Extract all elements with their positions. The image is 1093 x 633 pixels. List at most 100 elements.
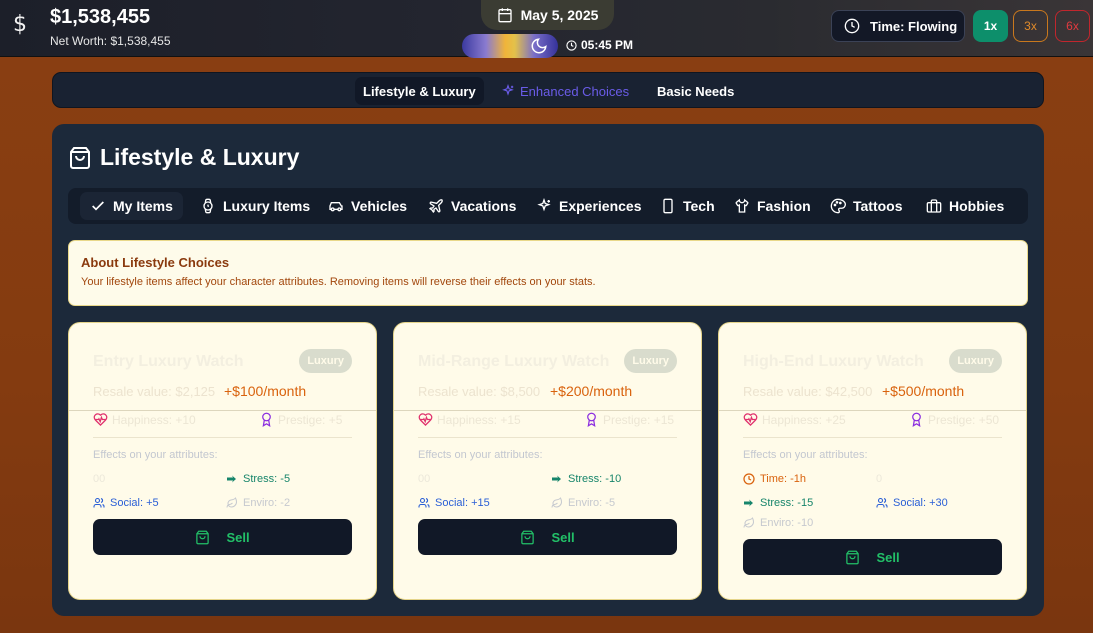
users-icon [876,497,888,508]
wind-icon [227,475,236,483]
tab-label: Vehicles [351,198,408,214]
tab-experiences[interactable]: Experiences [526,192,652,220]
shopping-bag-icon [196,530,210,544]
tab-tattoos[interactable]: Tattoos [820,192,913,220]
prestige-stat: Prestige: +50 [909,412,999,427]
tab-tech[interactable]: Tech [650,192,725,220]
speed-3x-button[interactable]: 3x [1013,10,1048,42]
nav-basic-needs[interactable]: Basic Needs [649,77,742,105]
tab-label: Tattoos [853,198,903,214]
clock-icon [743,473,755,485]
effect-time: Time: -1h [743,473,806,485]
date-text: May 5, 2025 [520,7,599,23]
nav-enhanced-choices[interactable]: Enhanced Choices [493,77,637,105]
tab-hobbies[interactable]: Hobbies [916,192,1014,220]
leaf-icon [743,517,755,528]
effect-text: Social: +30 [893,497,948,509]
leaf-icon [551,497,563,508]
sell-label: Sell [551,529,575,545]
shopping-bag-icon [70,146,90,169]
effect-stress: Stress: -15 [743,497,813,509]
shirt-icon [735,198,749,213]
shopping-bag-icon [846,550,860,564]
prestige-stat: Prestige: +5 [259,412,342,427]
sell-button[interactable]: Sell [743,539,1002,575]
divider [719,410,1026,411]
item-card: Entry Luxury Watch Luxury Resale value: … [68,322,377,600]
tab-my-items[interactable]: My Items [80,192,183,220]
tab-label: Luxury Items [223,198,311,214]
award-icon [912,412,921,427]
palette-icon [830,198,846,214]
users-icon [418,497,430,508]
divider [69,410,376,411]
time-text: 05:45 PM [581,38,634,52]
tab-vacations[interactable]: Vacations [418,192,526,220]
sell-button[interactable]: Sell [93,519,352,555]
effect-text: Social: +5 [110,497,159,509]
prestige-stat: Prestige: +15 [584,412,674,427]
effects-heading: Effects on your attributes: [93,449,218,461]
clock-icon [566,39,577,51]
monthly-income: +$100/month [224,383,307,399]
happiness-stat: Happiness: +25 [743,412,846,427]
effect-text: Enviro: -2 [243,497,291,509]
about-text: Your lifestyle items affect your charact… [81,276,596,288]
check-icon [92,201,104,211]
heart-pulse-icon [418,413,433,427]
divider [394,410,701,411]
watch-icon [203,198,213,214]
resale-value: Resale value: $2,125 [93,384,216,399]
item-card: High-End Luxury Watch Luxury Resale valu… [718,322,1027,600]
effect-value: 00 [418,473,431,485]
time-mode-label: Time: Flowing [870,18,958,34]
sell-button[interactable]: Sell [418,519,677,555]
monthly-income: +$200/month [550,383,633,399]
smartphone-icon [663,198,673,214]
effect-enviro: Enviro: -10 [743,517,813,529]
effect-text: Stress: -10 [568,473,622,485]
happiness-text: Happiness: +25 [762,412,846,427]
item-title: High-End Luxury Watch [743,353,924,370]
effect-value: 0 [876,473,883,485]
clock-icon [844,18,860,34]
item-card: Mid-Range Luxury Watch Luxury Resale val… [393,322,702,600]
sparkles-icon [502,84,514,96]
award-icon [587,412,596,427]
effect-enviro: Enviro: -5 [551,497,615,509]
briefcase-icon [926,199,942,213]
category-tabs: My Items Luxury Items Vehicles Vacations… [68,188,1028,224]
date-display: May 5, 2025 [481,0,614,30]
tab-luxury-items[interactable]: Luxury Items [190,192,320,220]
prestige-text: Prestige: +50 [928,412,1000,427]
sell-label: Sell [226,529,250,545]
happiness-stat: Happiness: +15 [418,412,521,427]
wind-icon [744,499,753,507]
happiness-text: Happiness: +10 [112,412,196,427]
resale-value: Resale value: $8,500 [418,384,541,399]
panel-title: Lifestyle & Luxury [68,144,299,171]
leaf-icon [226,497,238,508]
tab-vehicles[interactable]: Vehicles [318,192,417,220]
section-nav: Lifestyle & Luxury Enhanced Choices Basi… [52,72,1044,108]
effect-text: Social: +15 [435,497,490,509]
panel-title-text: Lifestyle & Luxury [100,144,300,170]
time-readout: 05:45 PM [566,38,633,52]
money-amount: $1,538,455 [50,6,151,28]
prestige-text: Prestige: +5 [278,412,343,427]
category-badge: Luxury [624,349,677,373]
effect-text: Stress: -5 [243,473,291,485]
nav-enhanced-label: Enhanced Choices [520,83,630,99]
tab-fashion[interactable]: Fashion [724,192,821,220]
net-worth: Net Worth: $1,538,455 [50,34,171,48]
nav-lifestyle-luxury[interactable]: Lifestyle & Luxury [355,77,484,105]
speed-6x-button[interactable]: 6x [1055,10,1090,42]
speed-1x-button[interactable]: 1x [973,10,1008,42]
separator [93,437,352,438]
tab-label: Tech [683,198,715,214]
tab-label: Fashion [757,198,811,214]
heart-pulse-icon [743,413,758,427]
happiness-stat: Happiness: +10 [93,412,196,427]
time-mode-button[interactable]: Time: Flowing [831,10,965,42]
resale-value: Resale value: $42,500 [743,384,873,399]
